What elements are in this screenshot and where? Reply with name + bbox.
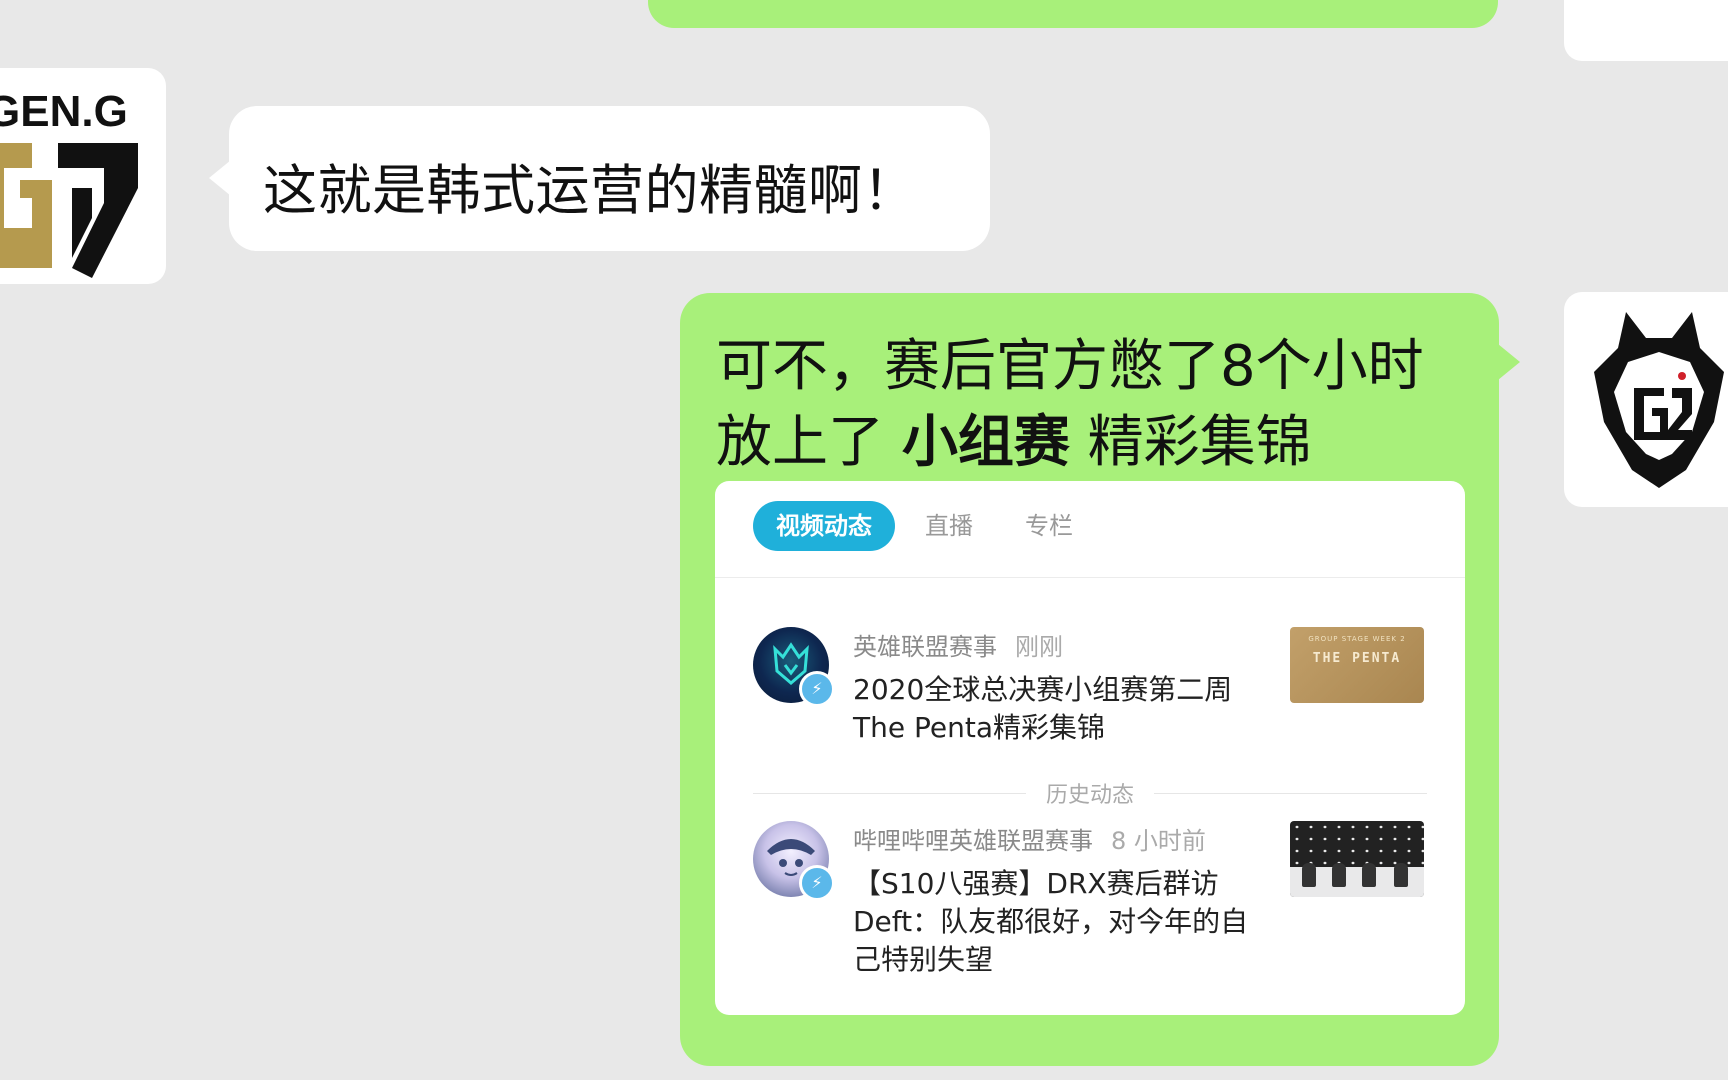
thumbnail-subtext: GROUP STAGE WEEK 2 bbox=[1308, 635, 1406, 643]
feed-item-time: 8 小时前 bbox=[1111, 827, 1206, 855]
line2-pre: 放上了 bbox=[716, 410, 884, 475]
thumbnail-person bbox=[1332, 863, 1346, 887]
outgoing-message-bubble[interactable]: 可不，赛后官方憋了8个小时 放上了 小组赛 精彩集锦 视频动态 直播 专栏 ⚡ … bbox=[680, 293, 1499, 1066]
g2-logo-icon bbox=[1564, 0, 1728, 61]
verified-lightning-icon: ⚡ bbox=[799, 671, 835, 707]
incoming-bubble-tail bbox=[209, 160, 231, 196]
thumbnail-text: THE PENTA bbox=[1312, 651, 1402, 666]
bilibili-lol-avatar[interactable]: ⚡ bbox=[753, 821, 835, 901]
outgoing-bubble-tail bbox=[1498, 344, 1520, 380]
feed-item-thumbnail[interactable]: GROUP STAGE WEEK 2 THE PENTA bbox=[1290, 627, 1424, 703]
incoming-message-bubble[interactable]: 这就是韩式运营的精髓啊！ bbox=[229, 106, 990, 251]
feed-item-meta: 哔哩哔哩英雄联盟赛事 8 小时前 bbox=[853, 821, 1206, 856]
previous-message-bubble bbox=[648, 0, 1498, 28]
feed-item-thumbnail[interactable] bbox=[1290, 821, 1424, 897]
tab-live[interactable]: 直播 bbox=[925, 501, 973, 551]
verified-lightning-icon: ⚡ bbox=[799, 865, 835, 901]
embedded-feed-card: 视频动态 直播 专栏 ⚡ 英雄联盟赛事 刚刚 2020全球总决赛小组赛第二周 Th… bbox=[715, 481, 1465, 1015]
feed-item-time: 刚刚 bbox=[1015, 633, 1063, 661]
geng-avatar[interactable]: GEN.G bbox=[0, 68, 166, 284]
thumbnail-person bbox=[1394, 863, 1408, 887]
line2-post: 精彩集锦 bbox=[1087, 410, 1312, 475]
g2-avatar[interactable] bbox=[1564, 292, 1728, 507]
geng-logo-icon: GEN.G bbox=[0, 87, 138, 278]
thumbnail-person bbox=[1302, 863, 1316, 887]
feed-tabs: 视频动态 直播 专栏 bbox=[715, 481, 1465, 578]
thumbnail-person bbox=[1362, 863, 1376, 887]
outgoing-message-text: 可不，赛后官方憋了8个小时 放上了 小组赛 精彩集锦 bbox=[716, 329, 1424, 481]
outgoing-message-line2: 放上了 小组赛 精彩集锦 bbox=[716, 405, 1424, 481]
feed-item-author[interactable]: 英雄联盟赛事 bbox=[853, 633, 997, 661]
incoming-message-text: 这就是韩式运营的精髓啊！ bbox=[263, 159, 917, 222]
g2-avatar-partial[interactable] bbox=[1564, 0, 1728, 61]
tab-video-feed[interactable]: 视频动态 bbox=[753, 501, 895, 551]
tab-column[interactable]: 专栏 bbox=[1025, 501, 1073, 551]
feed-item-author[interactable]: 哔哩哔哩英雄联盟赛事 bbox=[853, 827, 1093, 855]
history-divider-label: 历史动态 bbox=[1025, 777, 1155, 809]
feed-item-title[interactable]: 【S10八强赛】DRX赛后群访 Deft：队友都很好，对今年的自己特别失望 bbox=[853, 865, 1273, 979]
outgoing-message-line1: 可不，赛后官方憋了8个小时 bbox=[716, 334, 1424, 399]
feed-item-meta: 英雄联盟赛事 刚刚 bbox=[853, 627, 1063, 662]
line2-bold: 小组赛 bbox=[901, 410, 1070, 475]
feed-item-title[interactable]: 2020全球总决赛小组赛第二周 The Penta精彩集锦 bbox=[853, 671, 1273, 747]
geng-logo-text: GEN.G bbox=[0, 87, 128, 136]
g2-logo-icon bbox=[1594, 312, 1724, 488]
lol-esports-avatar[interactable]: ⚡ bbox=[753, 627, 835, 707]
